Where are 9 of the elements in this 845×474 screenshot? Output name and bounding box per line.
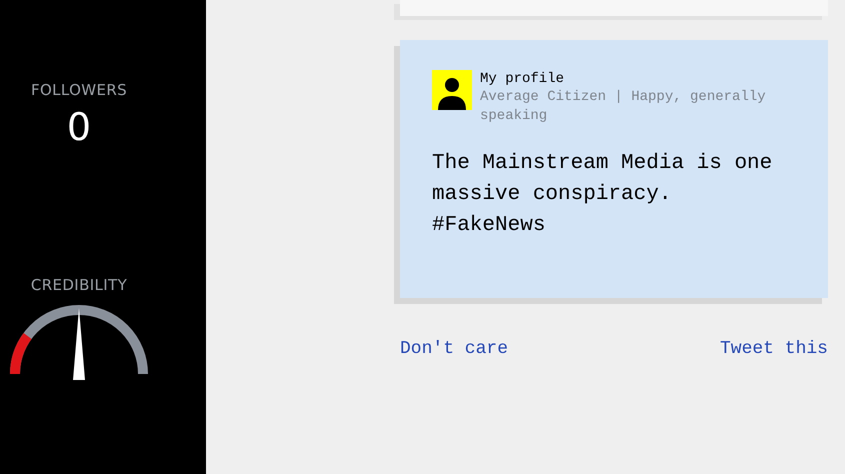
avatar-icon bbox=[432, 70, 472, 110]
author-bio: Average Citizen | Happy, generally speaking bbox=[480, 88, 767, 126]
tweet-text: The Mainstream Media is one massive conspiracy. #FakeNews bbox=[432, 151, 774, 239]
credibility-label: CREDIBILITY bbox=[30, 274, 128, 296]
tweet-link[interactable]: Tweet this bbox=[720, 336, 828, 363]
followers-label: FOLLOWERS bbox=[30, 80, 128, 101]
author-name: My profile bbox=[480, 70, 566, 88]
dismiss-link[interactable]: Don't care bbox=[400, 336, 508, 363]
followers-count: 0 bbox=[66, 108, 92, 146]
